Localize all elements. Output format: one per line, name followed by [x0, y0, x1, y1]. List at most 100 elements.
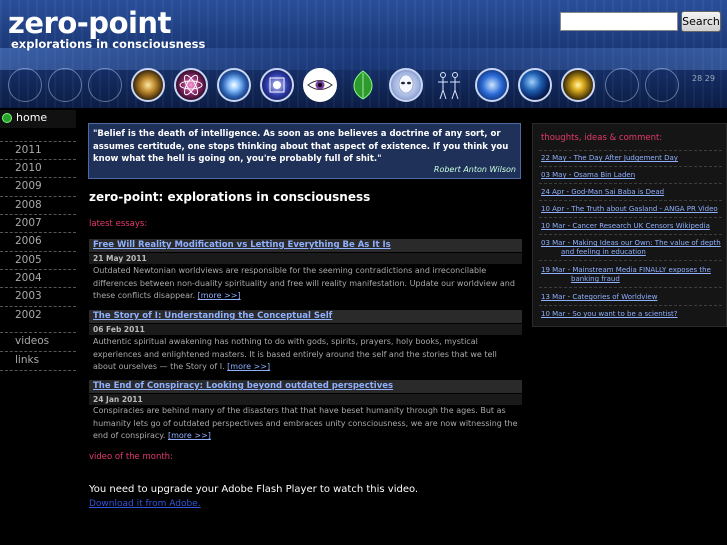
nav-videos-label: videos: [15, 335, 50, 347]
eye-orb-icon[interactable]: [303, 68, 337, 102]
latest-essays-label: latest essays:: [89, 219, 148, 229]
nav-year-2009[interactable]: 2009: [0, 177, 76, 195]
galaxy-orb-icon[interactable]: [131, 68, 165, 102]
earth-orb-icon[interactable]: [518, 68, 552, 102]
sidebar-divider: [539, 305, 722, 306]
nav-year-label: 2004: [15, 272, 42, 284]
nav-year-2004[interactable]: 2004: [0, 269, 76, 287]
search-input[interactable]: [560, 12, 678, 31]
sidebar-link[interactable]: 24 Apr - God-Man Sai Baba is Dead: [541, 188, 721, 197]
more-link[interactable]: [more >>]: [168, 431, 211, 440]
nav-year-label: 2010: [15, 162, 42, 174]
essay-summary-text: Authentic spiritual awakening has nothin…: [93, 337, 497, 371]
sidebar-divider: [539, 166, 722, 167]
leaf-orb-icon[interactable]: [346, 68, 380, 102]
nav-year-2010[interactable]: 2010: [0, 159, 76, 177]
sidebar-link-text: 13 Mar - Categories of Worldview: [541, 293, 658, 301]
sidebar-link-text: 10 Mar - So you want to be a scientist?: [541, 310, 678, 318]
sidebar-divider: [539, 183, 722, 184]
quote-text: "Belief is the death of intelligence. As…: [93, 129, 509, 164]
nav-home-label: home: [16, 111, 48, 124]
sidebar-link[interactable]: 10 Apr - The Truth about Gasland - ANGA …: [541, 205, 721, 214]
sidebar-link[interactable]: 10 Mar - Cancer Research UK Censors Wiki…: [541, 222, 721, 231]
essay-header: The Story of I: Understanding the Concep…: [89, 310, 522, 323]
flash-upgrade-message: You need to upgrade your Adobe Flash Pla…: [89, 484, 419, 495]
essay-title-link[interactable]: Free Will Reality Modification vs Lettin…: [93, 240, 391, 250]
decorative-ring-icon: [8, 68, 42, 102]
nav-year-label: 2003: [15, 290, 42, 302]
nav-year-label: 2008: [15, 199, 42, 211]
essay-date-bar: 24 Jan 2011: [89, 394, 522, 405]
search-button[interactable]: Search: [681, 11, 721, 32]
decorative-ring-icon: [48, 68, 82, 102]
sidebar-divider: [539, 234, 722, 235]
sidebar-link-text: 10 Mar - Cancer Research UK Censors Wiki…: [541, 222, 710, 230]
nav-year-2008[interactable]: 2008: [0, 196, 76, 214]
nav-year-label: 2009: [15, 180, 42, 192]
star-burst-orb-icon[interactable]: [217, 68, 251, 102]
essay-date: 06 Feb 2011: [93, 325, 145, 334]
mandala-orb-icon[interactable]: [260, 68, 294, 102]
sidebar-link-text: 03 Mar - Making Ideas our Own: The value…: [541, 239, 721, 247]
more-link[interactable]: [more >>]: [227, 362, 270, 371]
essay-date-bar: 21 May 2011: [89, 253, 522, 264]
nav-year-2005[interactable]: 2005: [0, 251, 76, 269]
nav-year-2007[interactable]: 2007: [0, 214, 76, 232]
left-navigation: home 2011 2010 2009 2008 2007 2006 2005 …: [0, 108, 78, 545]
sun-orb-icon[interactable]: [475, 68, 509, 102]
nav-year-label: 2005: [15, 254, 42, 266]
nav-year-2006[interactable]: 2006: [0, 232, 76, 250]
essay-title-link[interactable]: The Story of I: Understanding the Concep…: [93, 311, 332, 321]
sidebar-link[interactable]: 10 Mar - So you want to be a scientist?: [541, 310, 721, 319]
site-header: zero-point explorations in consciousness…: [0, 0, 727, 108]
more-link[interactable]: [more >>]: [198, 291, 241, 300]
sidebar-link-text: 10 Apr - The Truth about Gasland - ANGA …: [541, 205, 718, 213]
essay-summary: Authentic spiritual awakening has nothin…: [93, 336, 520, 374]
sidebar-link-text: and feeling in education: [561, 248, 646, 256]
essay-summary-text: Conspiracies are behind many of the disa…: [93, 406, 518, 440]
essay-date: 21 May 2011: [93, 254, 147, 263]
sidebar-link[interactable]: 22 May - The Day After Judgement Day: [541, 154, 721, 163]
sidebar-link[interactable]: 03 Mar - Making Ideas our Own: The value…: [541, 239, 721, 257]
sidebar-link[interactable]: 19 Mar - Mainstream Media FINALLY expose…: [541, 266, 721, 284]
video-of-month-label: video of the month:: [89, 452, 173, 462]
nav-year-label: 2011: [15, 144, 42, 156]
sidebar-link-text: banking fraud: [571, 275, 620, 283]
nav-year-2003[interactable]: 2003: [0, 287, 76, 305]
human-figures-orb-icon[interactable]: [432, 68, 466, 102]
nav-year-label: 2006: [15, 235, 42, 247]
nav-year-2011[interactable]: 2011: [0, 141, 76, 159]
page-title: zero-point: explorations in consciousnes…: [89, 190, 371, 204]
decorative-ring-icon: [645, 68, 679, 102]
quote-author: Robert Anton Wilson: [433, 165, 516, 174]
sidebar-link[interactable]: 13 Mar - Categories of Worldview: [541, 293, 721, 302]
sidebar-link-text: 24 Apr - God-Man Sai Baba is Dead: [541, 188, 665, 196]
essay-summary-text: Outdated Newtonian worldviews are respon…: [93, 266, 515, 300]
nav-links[interactable]: links: [0, 351, 76, 369]
nav-home[interactable]: home: [0, 110, 76, 128]
sidebar-divider: [539, 217, 722, 218]
sidebar-link[interactable]: 03 May - Osama Bin Laden: [541, 171, 721, 180]
nav-links-label: links: [15, 354, 40, 366]
sidebar-divider: [539, 287, 722, 288]
essay-summary: Conspiracies are behind many of the disa…: [93, 405, 520, 443]
sidebar-link-text: 19 Mar - Mainstream Media FINALLY expose…: [541, 266, 711, 274]
site-logo-title[interactable]: zero-point: [8, 6, 171, 40]
home-bullet-icon: [2, 113, 12, 123]
essay-title-link[interactable]: The End of Conspiracy: Looking beyond ou…: [93, 381, 393, 391]
thoughts-sidebar: thoughts, ideas & comment: 22 May - The …: [532, 123, 727, 327]
sidebar-link-text: 03 May - Osama Bin Laden: [541, 171, 636, 179]
nav-year-2002[interactable]: 2002: [0, 306, 76, 324]
essay-summary: Outdated Newtonian worldviews are respon…: [93, 265, 520, 303]
sidebar-heading: thoughts, ideas & comment:: [541, 133, 663, 143]
flash-download-link[interactable]: Download it from Adobe.: [89, 499, 201, 509]
nav-videos[interactable]: videos: [0, 332, 76, 350]
header-light-band: [0, 48, 727, 70]
essay-header: Free Will Reality Modification vs Lettin…: [89, 239, 522, 252]
sun-glow-orb-icon[interactable]: [561, 68, 595, 102]
nav-year-label: 2002: [15, 309, 42, 321]
alien-face-orb-icon[interactable]: [389, 68, 423, 102]
sidebar-link-text: 22 May - The Day After Judgement Day: [541, 154, 678, 162]
atom-orb-icon[interactable]: [174, 68, 208, 102]
nav-year-label: 2007: [15, 217, 42, 229]
